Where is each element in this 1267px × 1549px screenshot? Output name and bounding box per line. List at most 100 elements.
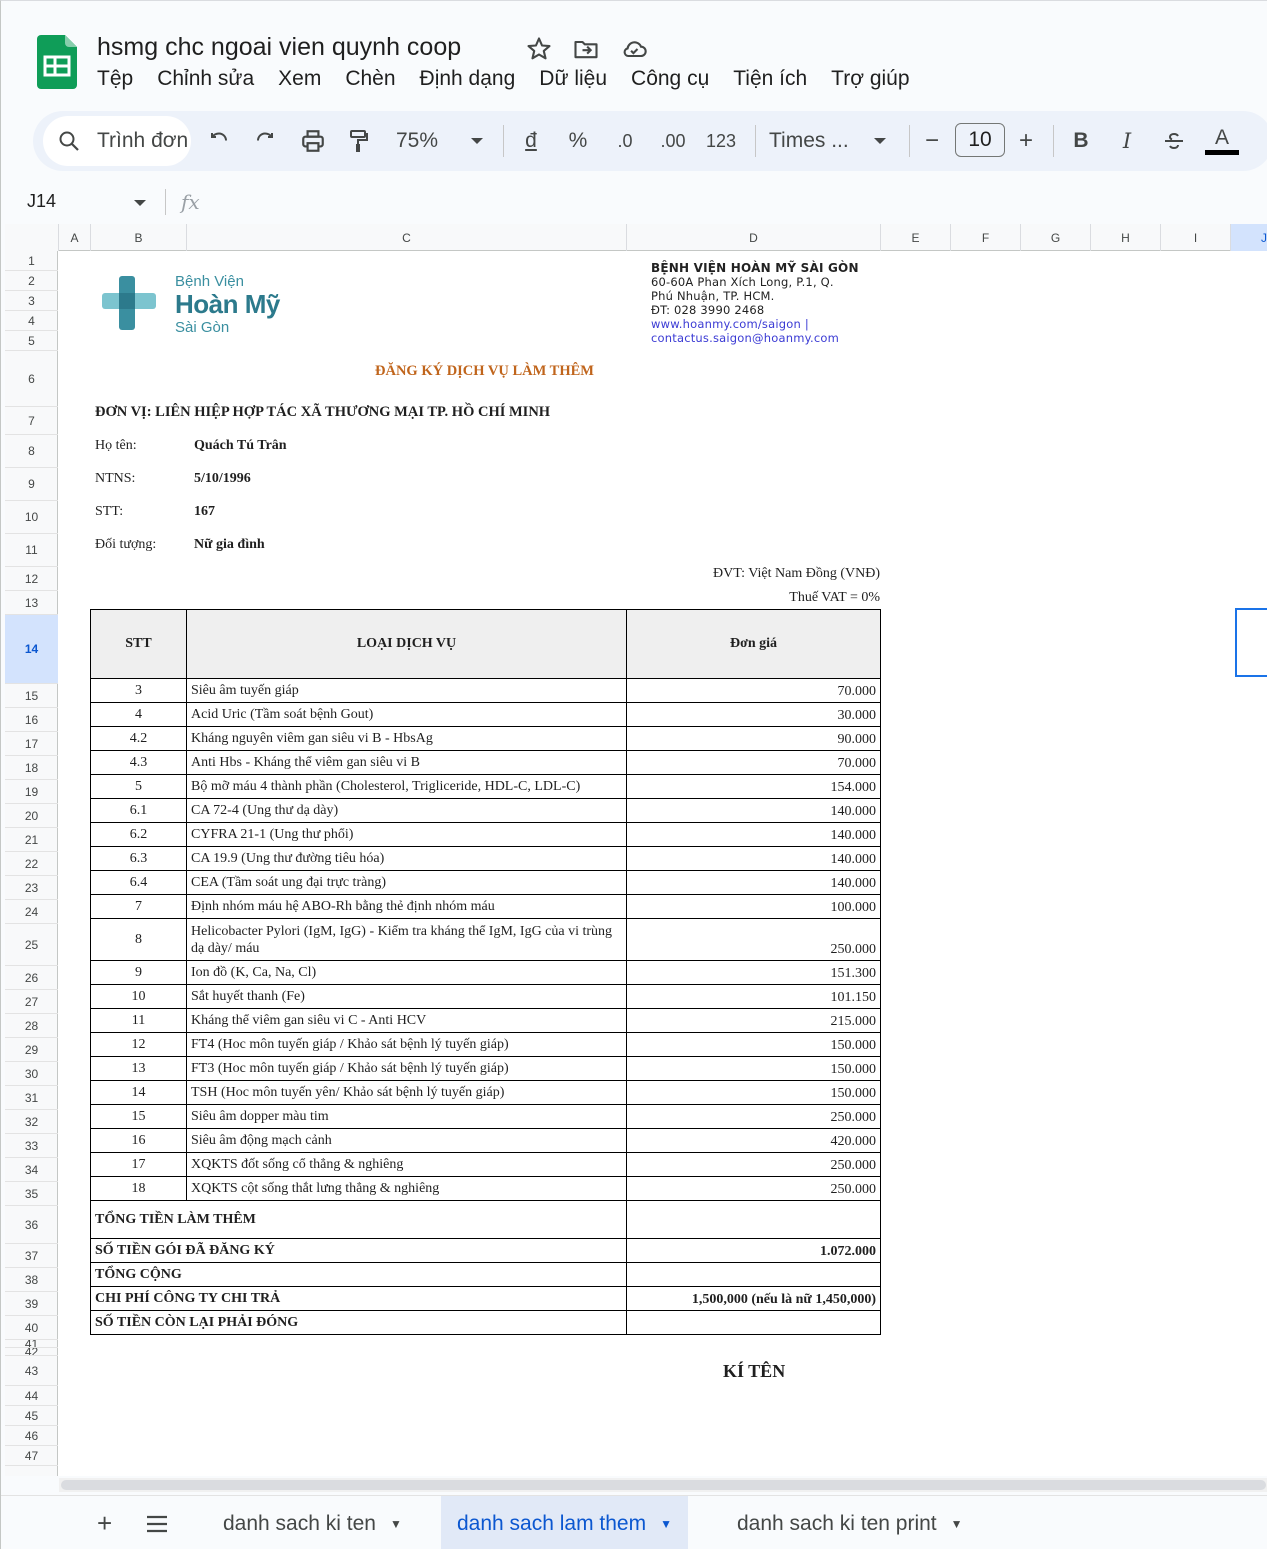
stt-cell[interactable]: 8 bbox=[90, 918, 187, 961]
price-cell[interactable]: 215.000 bbox=[626, 1008, 881, 1033]
row-header[interactable]: 44 bbox=[5, 1386, 58, 1406]
stt-cell[interactable]: 6.1 bbox=[90, 798, 187, 823]
service-cell[interactable]: TSH (Hoc môn tuyến yên/ Khảo sát bệnh lý… bbox=[186, 1080, 627, 1105]
summary-label[interactable]: CHI PHÍ CÔNG TY CHI TRẢ bbox=[90, 1286, 627, 1311]
table-header-cell[interactable]: STT bbox=[90, 609, 187, 679]
price-cell[interactable]: 140.000 bbox=[626, 798, 881, 823]
row-header[interactable]: 7 bbox=[5, 407, 58, 435]
summary-label[interactable]: SỐ TIỀN GÓI ĐÃ ĐĂNG KÝ bbox=[90, 1238, 627, 1263]
row-header[interactable]: 47 bbox=[5, 1446, 58, 1466]
row-header[interactable]: 5 bbox=[5, 331, 58, 351]
column-header[interactable]: H bbox=[1091, 224, 1161, 251]
sheet-tab[interactable]: danh sach ki ten ▼ bbox=[207, 1496, 418, 1549]
row-header[interactable]: 14 bbox=[5, 615, 58, 684]
row-header[interactable]: 27 bbox=[5, 990, 58, 1014]
row-header[interactable]: 9 bbox=[5, 468, 58, 501]
price-cell[interactable]: 140.000 bbox=[626, 846, 881, 871]
menu-search-box[interactable]: Trình đơn bbox=[43, 116, 191, 166]
service-cell[interactable]: Sắt huyết thanh (Fe) bbox=[186, 984, 627, 1009]
row-header[interactable]: 16 bbox=[5, 708, 58, 732]
percent-format-button[interactable]: % bbox=[563, 125, 593, 157]
column-header[interactable]: I bbox=[1161, 224, 1231, 251]
column-header[interactable]: A bbox=[59, 224, 91, 251]
price-cell[interactable]: 250.000 bbox=[626, 918, 881, 961]
font-family-select[interactable]: Times ... bbox=[769, 125, 859, 157]
price-cell[interactable]: 100.000 bbox=[626, 894, 881, 919]
summary-value[interactable]: 1.072.000 bbox=[626, 1238, 881, 1263]
row-header[interactable]: 41 bbox=[5, 1340, 58, 1348]
stt-cell[interactable]: 4 bbox=[90, 702, 187, 727]
column-header[interactable]: G bbox=[1021, 224, 1091, 251]
row-header[interactable]: 19 bbox=[5, 780, 58, 804]
stt-cell[interactable]: 10 bbox=[90, 984, 187, 1009]
row-header[interactable]: 21 bbox=[5, 828, 58, 852]
add-sheet-button[interactable]: + bbox=[81, 1496, 128, 1549]
price-cell[interactable]: 30.000 bbox=[626, 702, 881, 727]
tab-dropdown-icon[interactable]: ▼ bbox=[951, 1517, 963, 1531]
row-header[interactable]: 34 bbox=[5, 1158, 58, 1182]
row-header[interactable]: 35 bbox=[5, 1182, 58, 1206]
menu-edit[interactable]: Chỉnh sửa bbox=[157, 67, 254, 91]
summary-value[interactable]: 1,500,000 (nếu là nữ 1,450,000) bbox=[626, 1286, 881, 1311]
zoom-dropdown-icon[interactable] bbox=[465, 125, 489, 157]
stt-cell[interactable]: 4.3 bbox=[90, 750, 187, 775]
row-header[interactable]: 33 bbox=[5, 1134, 58, 1158]
column-header[interactable]: B bbox=[91, 224, 187, 251]
undo-button[interactable] bbox=[203, 125, 235, 157]
stt-cell[interactable]: 6.2 bbox=[90, 822, 187, 847]
scrollbar-thumb[interactable] bbox=[61, 1480, 1266, 1490]
menu-extensions[interactable]: Tiện ích bbox=[733, 67, 807, 91]
summary-value[interactable] bbox=[626, 1262, 881, 1287]
price-cell[interactable]: 140.000 bbox=[626, 822, 881, 847]
row-header[interactable]: 29 bbox=[5, 1038, 58, 1062]
print-button[interactable] bbox=[297, 125, 329, 157]
sheet-grid[interactable]: A B C D E F G H I J 1 2 3 4 5 6 7 8 9 10 11 12 13 14 1… bbox=[5, 224, 1267, 1476]
row-header[interactable]: 26 bbox=[5, 966, 58, 990]
hospital-website-link[interactable]: www.hoanmy.com/saigon | bbox=[651, 317, 859, 331]
menu-insert[interactable]: Chèn bbox=[345, 67, 395, 91]
row-header[interactable]: 1 bbox=[5, 251, 58, 271]
row-header[interactable]: 32 bbox=[5, 1110, 58, 1134]
menu-help[interactable]: Trợ giúp bbox=[831, 67, 909, 91]
menu-data[interactable]: Dữ liệu bbox=[539, 67, 607, 91]
text-color-button[interactable]: A bbox=[1205, 125, 1239, 157]
row-header[interactable]: 15 bbox=[5, 684, 58, 708]
decrease-font-size-button[interactable]: − bbox=[919, 125, 945, 157]
row-header[interactable]: 36 bbox=[5, 1206, 58, 1244]
service-cell[interactable]: Siêu âm dopper màu tim bbox=[186, 1104, 627, 1129]
row-header[interactable]: 40 bbox=[5, 1316, 58, 1340]
price-cell[interactable]: 154.000 bbox=[626, 774, 881, 799]
service-cell[interactable]: Kháng thể viêm gan siêu vi C - Anti HCV bbox=[186, 1008, 627, 1033]
price-cell[interactable]: 150.000 bbox=[626, 1080, 881, 1105]
column-header[interactable]: D bbox=[627, 224, 881, 251]
stt-cell[interactable]: 7 bbox=[90, 894, 187, 919]
row-header[interactable]: 28 bbox=[5, 1014, 58, 1038]
price-cell[interactable]: 250.000 bbox=[626, 1152, 881, 1177]
stt-cell[interactable]: 17 bbox=[90, 1152, 187, 1177]
row-header[interactable]: 23 bbox=[5, 876, 58, 900]
row-header[interactable]: 13 bbox=[5, 591, 58, 615]
service-cell[interactable]: CA 19.9 (Ung thư đường tiêu hóa) bbox=[186, 846, 627, 871]
column-header-selected[interactable]: J bbox=[1231, 224, 1267, 251]
all-sheets-button[interactable] bbox=[129, 1496, 185, 1549]
price-cell[interactable]: 420.000 bbox=[626, 1128, 881, 1153]
summary-label[interactable]: SỐ TIỀN CÒN LẠI PHẢI ĐÓNG bbox=[90, 1310, 627, 1335]
row-header[interactable]: 39 bbox=[5, 1292, 58, 1316]
star-icon[interactable] bbox=[525, 35, 553, 63]
service-cell[interactable]: Định nhóm máu hệ ABO-Rh bằng thẻ định nh… bbox=[186, 894, 627, 919]
row-header[interactable]: 4 bbox=[5, 311, 58, 331]
service-cell[interactable]: Helicobacter Pylori (IgM, IgG) - Kiểm tr… bbox=[186, 918, 627, 961]
row-header[interactable]: 17 bbox=[5, 732, 58, 756]
service-cell[interactable]: CYFRA 21-1 (Ung thư phổi) bbox=[186, 822, 627, 847]
row-header[interactable]: 38 bbox=[5, 1268, 58, 1292]
menu-format[interactable]: Định dạng bbox=[420, 67, 516, 91]
column-header[interactable]: F bbox=[951, 224, 1021, 251]
stt-cell[interactable]: 5 bbox=[90, 774, 187, 799]
service-cell[interactable]: Anti Hbs - Kháng thể viêm gan siêu vi B bbox=[186, 750, 627, 775]
service-cell[interactable]: XQKTS đốt sống cổ thẳng & nghiêng bbox=[186, 1152, 627, 1177]
sheets-logo-icon[interactable] bbox=[37, 35, 77, 89]
sheet-tab-active[interactable]: danh sach lam them ▼ bbox=[441, 1496, 688, 1549]
price-cell[interactable]: 151.300 bbox=[626, 960, 881, 985]
service-cell[interactable]: Kháng nguyên viêm gan siêu vi B - HbsAg bbox=[186, 726, 627, 751]
price-cell[interactable]: 150.000 bbox=[626, 1032, 881, 1057]
